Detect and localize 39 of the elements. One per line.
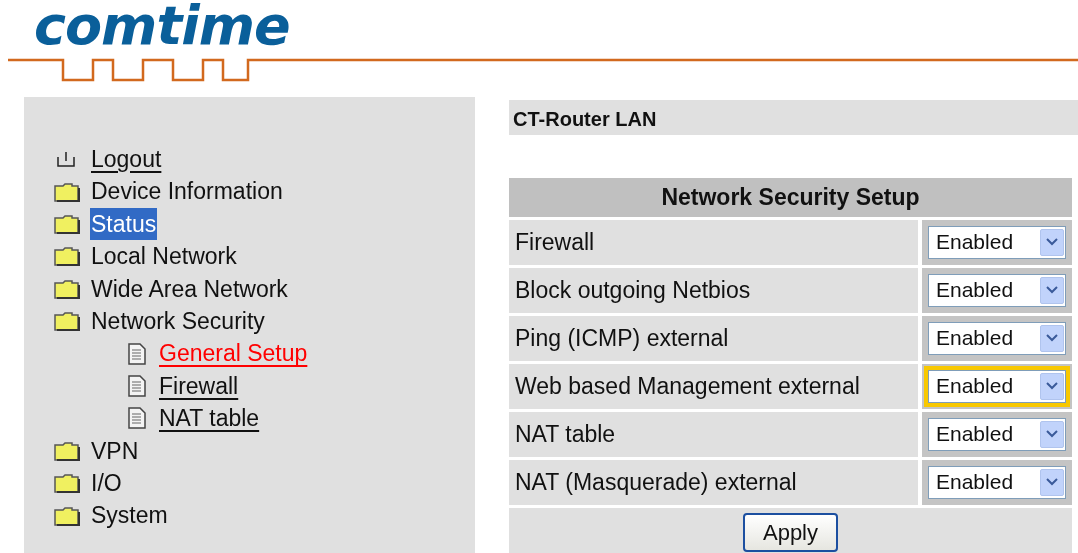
page-title: CT-Router LAN [509,100,1078,135]
folder-icon [54,214,80,234]
nav-link[interactable]: System [90,499,169,532]
folder-icon [54,505,80,526]
nav-link[interactable]: NAT table [158,402,261,435]
folder-icon [54,278,80,299]
apply-button[interactable]: Apply [742,513,838,552]
chevron-down-icon [1046,238,1058,246]
logo-text: comtime [34,0,290,59]
setting-label: NAT table [515,420,616,447]
nav-link[interactable]: Logout [90,143,163,176]
nav-link[interactable]: Device Information [90,175,284,208]
nav-link[interactable]: Network Security [90,305,266,338]
nav-link[interactable]: Local Network [90,240,238,273]
nav-link[interactable]: Wide Area Network [90,272,289,306]
setting-label: Ping (ICMP) external [515,324,729,351]
nav-link[interactable]: VPN [90,434,140,468]
folder-icon [54,473,80,494]
chevron-down-icon [1046,382,1058,390]
setting-label: NAT (Masquerade) external [515,468,797,495]
chevron-down-icon [1046,430,1058,438]
document-icon [126,406,148,431]
setting-label: Firewall [515,228,595,255]
folder-icon [54,246,80,267]
document-icon [126,374,148,399]
chevron-down-icon [1046,286,1058,294]
table-title: Network Security Setup [509,178,1072,217]
folder-icon [54,440,80,461]
folder-icon [54,311,80,332]
nav-link[interactable]: Status [90,207,158,241]
document-icon [126,341,148,366]
setting-label: Web based Management external [515,372,860,399]
nav-link[interactable]: Firewall [158,369,240,403]
setting-dropdown[interactable]: Enabled [924,365,1070,407]
setting-label: Block outgoing Netbios [515,276,751,303]
folder-icon [54,181,80,202]
chevron-down-icon [1046,478,1058,486]
chevron-down-icon [1046,334,1058,342]
nav-link[interactable]: I/O [90,467,123,500]
